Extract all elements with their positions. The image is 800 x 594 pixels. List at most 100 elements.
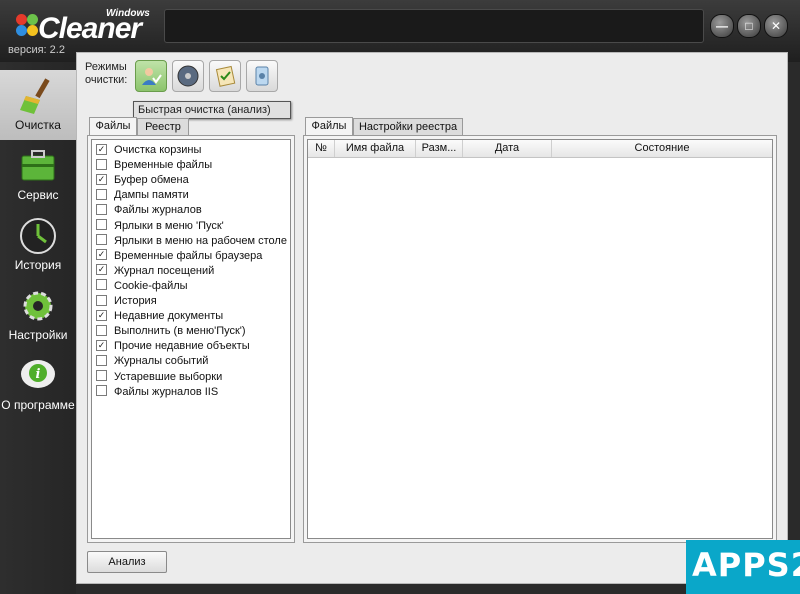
checklist-item[interactable]: ✓ Прочие недавние объекты xyxy=(96,339,250,354)
checklist-item[interactable]: Ярлыки в меню на рабочем столе xyxy=(96,234,287,249)
column-header-status[interactable]: Состояние xyxy=(552,140,772,157)
checklist-item-label: История xyxy=(114,295,157,307)
checkbox-unchecked[interactable] xyxy=(96,203,107,215)
column-header-date[interactable]: Дата xyxy=(463,140,552,157)
watermark-logo: APPS24 xyxy=(686,540,800,594)
checkbox-unchecked[interactable] xyxy=(96,385,107,397)
sidebar-item-label: Сервис xyxy=(17,188,59,202)
clock-icon xyxy=(20,218,56,254)
checklist-item[interactable]: ✓ Недавние документы xyxy=(96,309,223,324)
logo-leaf-icon xyxy=(16,14,38,36)
checklist-item[interactable]: Cookie-файлы xyxy=(96,279,188,294)
checklist-item[interactable]: ✓ Буфер обмена xyxy=(96,173,189,188)
toolbox-icon xyxy=(21,150,55,181)
right-panel: № Имя файла Разм... Дата Состояние xyxy=(303,135,777,543)
checkbox-unchecked[interactable] xyxy=(96,188,107,200)
checklist-item-label: Временные файлы xyxy=(114,159,213,172)
tab-files-right[interactable]: Файлы xyxy=(305,117,353,136)
checklist-item-label: Журналы событий xyxy=(114,355,209,368)
checklist-item-label: Временные файлы браузера xyxy=(114,249,263,262)
broom-icon xyxy=(20,78,50,114)
sidebar-item-label: О программе xyxy=(1,398,75,412)
checkbox-unchecked[interactable] xyxy=(96,279,107,291)
info-icon: i xyxy=(21,360,55,388)
watermark-text: APPS24 xyxy=(692,546,800,584)
checklist-item-label: Журнал посещений xyxy=(114,264,215,277)
checklist-item[interactable]: ✓ Журнал посещений xyxy=(96,264,214,279)
checkbox-unchecked[interactable] xyxy=(96,354,107,366)
checkbox-checked[interactable]: ✓ xyxy=(96,143,107,155)
checkbox-unchecked[interactable] xyxy=(96,294,107,306)
checklist-item[interactable]: Файлы журналов IIS xyxy=(96,385,218,400)
checklist-item-label: Прочие недавние объекты xyxy=(114,340,250,353)
checkbox-unchecked[interactable] xyxy=(96,234,107,246)
main-panel: Режимы очистки: Быстрая очистка (анализ)… xyxy=(76,52,788,584)
checklist-item-label: Ярлыки в меню на рабочем столе xyxy=(114,234,287,247)
checklist-icon xyxy=(215,65,236,87)
mode-custom-button[interactable] xyxy=(209,60,241,92)
checkbox-unchecked[interactable] xyxy=(96,158,107,170)
table-header: № Имя файла Разм... Дата Состояние xyxy=(308,140,772,158)
minimize-button[interactable]: — xyxy=(710,14,734,38)
checkbox-unchecked[interactable] xyxy=(96,370,107,382)
checklist-item-label: Выполнить (в меню'Пуск') xyxy=(114,325,246,338)
checklist-item-label: Ярлыки в меню 'Пуск' xyxy=(114,219,224,232)
checklist-item-label: Файлы журналов IIS xyxy=(114,385,219,398)
files-table: № Имя файла Разм... Дата Состояние xyxy=(307,139,773,539)
checklist-item[interactable]: Устаревшие выборки xyxy=(96,370,222,385)
checklist-item-label: Дампы памяти xyxy=(114,189,189,202)
mode-registry-button[interactable] xyxy=(246,60,278,92)
checkbox-checked[interactable]: ✓ xyxy=(96,264,107,276)
sidebar-item-label: История xyxy=(14,258,62,272)
title-display xyxy=(164,9,704,43)
tab-registry[interactable]: Реестр xyxy=(137,118,189,136)
sidebar-item-about[interactable]: i О программе xyxy=(0,350,76,420)
checkbox-checked[interactable]: ✓ xyxy=(96,249,107,261)
close-button[interactable]: ✕ xyxy=(764,14,788,38)
checklist-item-label: Очистка корзины xyxy=(114,144,202,156)
version-label: версия: 2.2 xyxy=(8,44,65,56)
checkbox-unchecked[interactable] xyxy=(96,219,107,231)
tab-files-left[interactable]: Файлы xyxy=(89,117,137,136)
registry-icon xyxy=(255,66,269,86)
checkbox-checked[interactable]: ✓ xyxy=(96,309,107,321)
sidebar-item-cleaning[interactable]: Очистка xyxy=(0,70,76,140)
checkbox-checked[interactable]: ✓ xyxy=(96,173,107,185)
checklist-item[interactable]: История xyxy=(96,294,157,309)
checkbox-unchecked[interactable] xyxy=(96,324,107,336)
user-check-icon xyxy=(142,68,162,85)
checklist-item[interactable]: Журналы событий xyxy=(96,354,208,369)
tab-registry-settings[interactable]: Настройки реестра xyxy=(353,118,463,136)
checkbox-checked[interactable]: ✓ xyxy=(96,339,107,351)
svg-text:i: i xyxy=(36,367,41,382)
sidebar: Очистка Сервис История Настройки i О про… xyxy=(0,62,76,594)
disk-icon xyxy=(177,65,199,87)
checklist-item[interactable]: Временные файлы xyxy=(96,158,212,173)
checklist-item-label: Файлы журналов xyxy=(114,204,202,217)
cleaning-options-list: ✓ Очистка корзины Временные файлы ✓ Буфер об… xyxy=(91,139,291,539)
mode-quick-button[interactable] xyxy=(135,60,167,92)
checklist-item-label: Cookie-файлы xyxy=(114,279,188,292)
sidebar-item-label: Настройки xyxy=(8,328,68,342)
checklist-item[interactable]: ✓ Временные файлы браузера xyxy=(96,249,262,264)
checklist-item[interactable]: Ярлыки в меню 'Пуск' xyxy=(96,219,224,234)
checklist-item-label: Устаревшие выборки xyxy=(114,370,223,383)
sidebar-item-history[interactable]: История xyxy=(0,210,76,280)
checklist-item[interactable]: Файлы журналов xyxy=(96,203,202,218)
checklist-item[interactable]: Выполнить (в меню'Пуск') xyxy=(96,324,246,339)
checklist-item[interactable]: ✓ Очистка корзины xyxy=(96,143,201,158)
maximize-button[interactable]: □ xyxy=(737,14,761,38)
cleaning-modes-label: Режимы очистки: xyxy=(85,61,128,86)
checklist-item[interactable]: Дампы памяти xyxy=(96,188,189,203)
checklist-item-label: Буфер обмена xyxy=(114,174,189,187)
analyze-button[interactable]: Анализ xyxy=(87,551,167,573)
sidebar-item-label: Очистка xyxy=(15,118,61,132)
left-panel: ✓ Очистка корзины Временные файлы ✓ Буфер об… xyxy=(87,135,295,543)
column-header-filename[interactable]: Имя файла xyxy=(335,140,416,157)
column-header-size[interactable]: Разм... xyxy=(416,140,463,157)
sidebar-item-service[interactable]: Сервис xyxy=(0,140,76,210)
column-header-number[interactable]: № xyxy=(308,140,335,157)
mode-deep-button[interactable] xyxy=(172,60,204,92)
checklist-item-label: Недавние документы xyxy=(114,310,224,323)
sidebar-item-settings[interactable]: Настройки xyxy=(0,280,76,350)
